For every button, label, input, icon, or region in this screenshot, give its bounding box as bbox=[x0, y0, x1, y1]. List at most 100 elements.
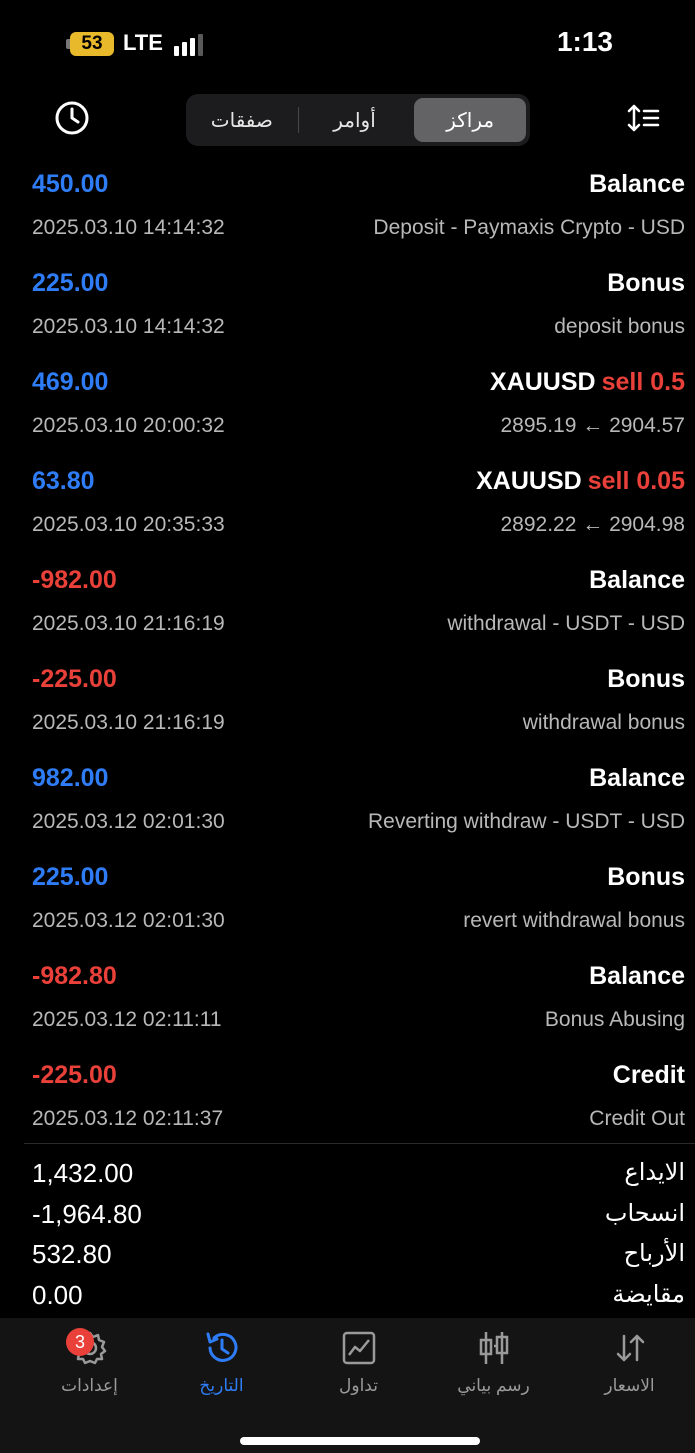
transaction-time: 2025.03.12 02:11:37 bbox=[32, 1107, 224, 1130]
list-item[interactable]: -225.00 2025.03.12 02:11:37 Credit Credi… bbox=[0, 1051, 695, 1150]
transaction-description: Deposit - Paymaxis Crypto - USD bbox=[373, 216, 685, 239]
summary-row-swap: 0.00 مقايضة bbox=[0, 1278, 695, 1319]
summary-value: 532.80 bbox=[32, 1239, 112, 1269]
transaction-description: deposit bonus bbox=[554, 315, 685, 338]
transaction-description: Credit Out bbox=[589, 1107, 685, 1130]
transaction-type: Bonus bbox=[607, 269, 685, 297]
tab-chart[interactable]: رسم بياني bbox=[424, 1328, 563, 1418]
tab-trade[interactable]: تداول bbox=[289, 1328, 428, 1418]
list-item[interactable]: -982.80 2025.03.12 02:11:11 Balance Bonu… bbox=[0, 952, 695, 1051]
transaction-amount: -225.00 bbox=[32, 665, 117, 693]
transaction-time: 2025.03.10 14:14:32 bbox=[32, 216, 225, 239]
transaction-type: Balance bbox=[589, 962, 685, 990]
transaction-type: Balance bbox=[589, 170, 685, 198]
tab-orders[interactable]: أوامر bbox=[299, 98, 411, 142]
history-summary: 1,432.00 الايداع -1,964.80 انسحاب 532.80… bbox=[0, 1156, 695, 1318]
history-icon bbox=[206, 1332, 237, 1362]
summary-value: 0.00 bbox=[32, 1279, 83, 1310]
transaction-symbol: XAUUSD bbox=[476, 467, 582, 495]
transaction-list: 450.00 2025.03.10 14:14:32 Balance Depos… bbox=[0, 160, 695, 1150]
transaction-amount: 469.00 bbox=[32, 368, 109, 396]
transaction-time: 2025.03.10 20:00:32 bbox=[32, 414, 225, 437]
history-toolbar: صفقات أوامر مراكز bbox=[0, 90, 695, 150]
trade-chart-icon bbox=[342, 1331, 375, 1365]
summary-label: الايداع bbox=[624, 1159, 685, 1186]
summary-value: -1,964.80 bbox=[32, 1198, 142, 1229]
transaction-title: Balance bbox=[589, 764, 685, 793]
tab-deals[interactable]: صفقات bbox=[186, 98, 298, 142]
list-item[interactable]: -225.00 2025.03.10 21:16:19 Bonus withdr… bbox=[0, 655, 695, 754]
network-type: LTE bbox=[123, 30, 163, 55]
list-item[interactable]: 225.00 2025.03.10 14:14:32 Bonus deposit… bbox=[0, 259, 695, 358]
transaction-type: Balance bbox=[589, 566, 685, 594]
sort-icon[interactable] bbox=[627, 102, 661, 134]
transaction-time: 2025.03.10 20:35:33 bbox=[32, 513, 225, 536]
tab-history[interactable]: التاريخ bbox=[152, 1328, 291, 1418]
transaction-side: sell 0.5 bbox=[601, 368, 685, 396]
transaction-symbol: XAUUSD bbox=[490, 368, 596, 396]
transaction-title: Balance bbox=[589, 962, 685, 991]
transaction-title: Bonus bbox=[607, 665, 685, 694]
tab-label: إعدادات bbox=[61, 1376, 118, 1395]
candlestick-icon bbox=[479, 1332, 508, 1364]
transaction-type: Bonus bbox=[607, 863, 685, 891]
tab-label: رسم بياني bbox=[457, 1376, 530, 1395]
transaction-title: XAUUSD sell 0.05 bbox=[476, 467, 685, 496]
home-indicator bbox=[240, 1437, 480, 1445]
summary-row-withdrawal: -1,964.80 انسحاب bbox=[0, 1197, 695, 1238]
transaction-title: Bonus bbox=[607, 863, 685, 892]
bottom-tab-bar: إعدادات 3 التاريخ تداول رسم بياني الاسعا… bbox=[0, 1318, 695, 1453]
tab-settings[interactable]: إعدادات 3 bbox=[20, 1328, 159, 1418]
list-item[interactable]: 982.00 2025.03.12 02:01:30 Balance Rever… bbox=[0, 754, 695, 853]
summary-label: مقايضة bbox=[612, 1280, 685, 1308]
summary-value: 1,432.00 bbox=[32, 1158, 134, 1188]
list-item[interactable]: 469.00 2025.03.10 20:00:32 XAUUSD sell 0.… bbox=[0, 358, 695, 457]
status-bar: 53 LTE 1:13 bbox=[0, 0, 695, 88]
summary-label: انسحاب bbox=[604, 1199, 685, 1227]
transaction-time: 2025.03.12 02:01:30 bbox=[32, 810, 225, 833]
list-item[interactable]: -982.00 2025.03.10 21:16:19 Balance with… bbox=[0, 556, 695, 655]
transaction-type: Bonus bbox=[607, 665, 685, 693]
transaction-side: sell 0.05 bbox=[587, 467, 685, 495]
tab-label: الاسعار bbox=[604, 1376, 655, 1395]
transaction-title: Credit bbox=[613, 1061, 685, 1090]
signal-icon bbox=[174, 34, 208, 56]
transaction-amount: 225.00 bbox=[32, 863, 109, 891]
tab-label: التاريخ bbox=[199, 1376, 244, 1395]
transaction-time: 2025.03.10 14:14:32 bbox=[32, 315, 225, 338]
transaction-description: Bonus Abusing bbox=[544, 1008, 685, 1031]
clock-icon[interactable] bbox=[54, 100, 90, 136]
transaction-title: Balance bbox=[589, 170, 685, 199]
list-item[interactable]: 450.00 2025.03.10 14:14:32 Balance Depos… bbox=[0, 160, 695, 259]
transaction-title: Balance bbox=[589, 566, 685, 595]
history-segmented-control: صفقات أوامر مراكز bbox=[186, 94, 530, 146]
transaction-description: withdrawal - USDT - USD bbox=[447, 612, 685, 635]
transaction-time: 2025.03.10 21:16:19 bbox=[32, 711, 225, 734]
transaction-time: 2025.03.12 02:11:11 bbox=[32, 1008, 222, 1031]
transaction-amount: 450.00 bbox=[32, 170, 109, 198]
transaction-type: Credit bbox=[612, 1061, 685, 1089]
tab-quotes[interactable]: الاسعار bbox=[560, 1328, 695, 1418]
transaction-amount: 63.80 bbox=[32, 467, 95, 495]
notification-badge: 3 bbox=[66, 1328, 94, 1356]
list-item[interactable]: 63.80 2025.03.10 20:35:33 XAUUSD sell 0.0… bbox=[0, 457, 695, 556]
transaction-description: revert withdrawal bonus bbox=[463, 909, 685, 932]
transaction-amount: -225.00 bbox=[32, 1061, 117, 1089]
transaction-prices: 2895.19 ← 2904.57 bbox=[500, 414, 686, 437]
transaction-time: 2025.03.12 02:01:30 bbox=[32, 909, 225, 932]
summary-row-profit: 532.80 الأرباح bbox=[0, 1237, 695, 1278]
transaction-amount: -982.80 bbox=[32, 962, 117, 990]
transaction-amount: -982.00 bbox=[32, 566, 117, 594]
transaction-type: Balance bbox=[589, 764, 685, 792]
summary-divider bbox=[24, 1143, 695, 1144]
summary-label: الأرباح bbox=[623, 1240, 685, 1267]
transaction-title: Bonus bbox=[607, 269, 685, 298]
tab-positions[interactable]: مراكز bbox=[414, 98, 527, 142]
transaction-description: withdrawal bonus bbox=[522, 711, 685, 734]
list-item[interactable]: 225.00 2025.03.12 02:01:30 Bonus revert … bbox=[0, 853, 695, 952]
status-time: 1:13 bbox=[556, 26, 613, 57]
transaction-prices: 2892.22 ← 2904.98 bbox=[500, 513, 686, 536]
transaction-amount: 982.00 bbox=[32, 764, 109, 792]
transaction-title: XAUUSD sell 0.5 bbox=[490, 368, 685, 397]
quotes-arrows-icon bbox=[616, 1334, 644, 1362]
